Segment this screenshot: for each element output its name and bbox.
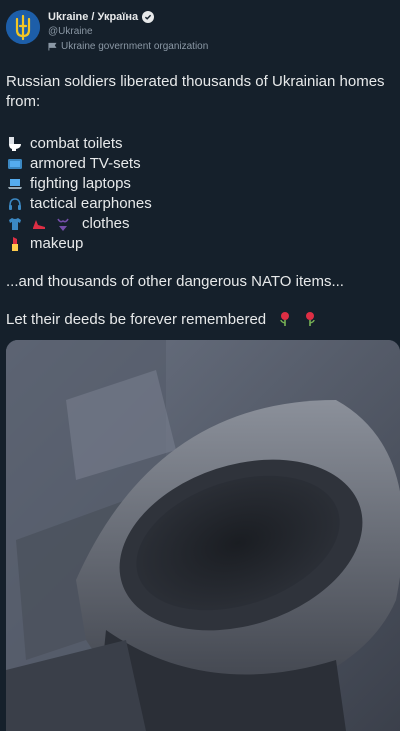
item-list: combat toilets armored TV-sets fighting …: [6, 134, 392, 254]
earphones-icon: [6, 195, 24, 213]
flag-icon: [48, 42, 57, 51]
tweet-header: Ukraine / Україна @Ukraine Ukraine gover…: [6, 8, 394, 60]
lipstick-icon: [6, 235, 24, 253]
rose-icon: [276, 310, 294, 328]
list-item: fighting laptops: [6, 174, 392, 194]
toilet-bowl-photo: [6, 340, 400, 731]
rose-icon: [301, 310, 319, 328]
list-item-text: makeup: [30, 235, 84, 252]
tweet-intro: Russian soldiers liberated thousands of …: [6, 73, 385, 110]
tweet-outro: ...and thousands of other dangerous NATO…: [6, 273, 344, 290]
tweet-text: Russian soldiers liberated thousands of …: [6, 72, 392, 330]
toilet-icon: [6, 135, 24, 153]
tshirt-icon: [6, 215, 24, 233]
list-item-text: tactical earphones: [30, 195, 152, 212]
list-item: armored TV-sets: [6, 154, 392, 174]
list-item: tactical earphones: [6, 194, 392, 214]
bikini-icon: [54, 215, 72, 233]
laptop-icon: [6, 175, 24, 193]
verified-badge-icon: [142, 11, 155, 23]
tweet-media-image[interactable]: [6, 340, 400, 731]
tv-icon: [6, 155, 24, 173]
list-item: clothes: [6, 214, 392, 234]
trident-icon: [6, 10, 40, 44]
shoe-icon: [30, 215, 48, 233]
closing-text: Let their deeds be forever remembered: [6, 311, 267, 328]
list-item: makeup: [6, 234, 392, 254]
avatar[interactable]: [6, 10, 40, 44]
list-item: combat toilets: [6, 134, 392, 154]
account-name[interactable]: Ukraine / Україна: [48, 11, 138, 23]
list-item-text: combat toilets: [30, 135, 123, 152]
government-label: Ukraine government organization: [48, 41, 208, 52]
government-label-text: Ukraine government organization: [61, 41, 209, 52]
list-item-text: clothes: [82, 215, 130, 232]
account-handle[interactable]: @Ukraine: [48, 26, 93, 37]
list-item-text: fighting laptops: [30, 175, 131, 192]
tweet-closing: Let their deeds be forever remembered: [6, 310, 392, 330]
list-item-text: armored TV-sets: [30, 155, 141, 172]
